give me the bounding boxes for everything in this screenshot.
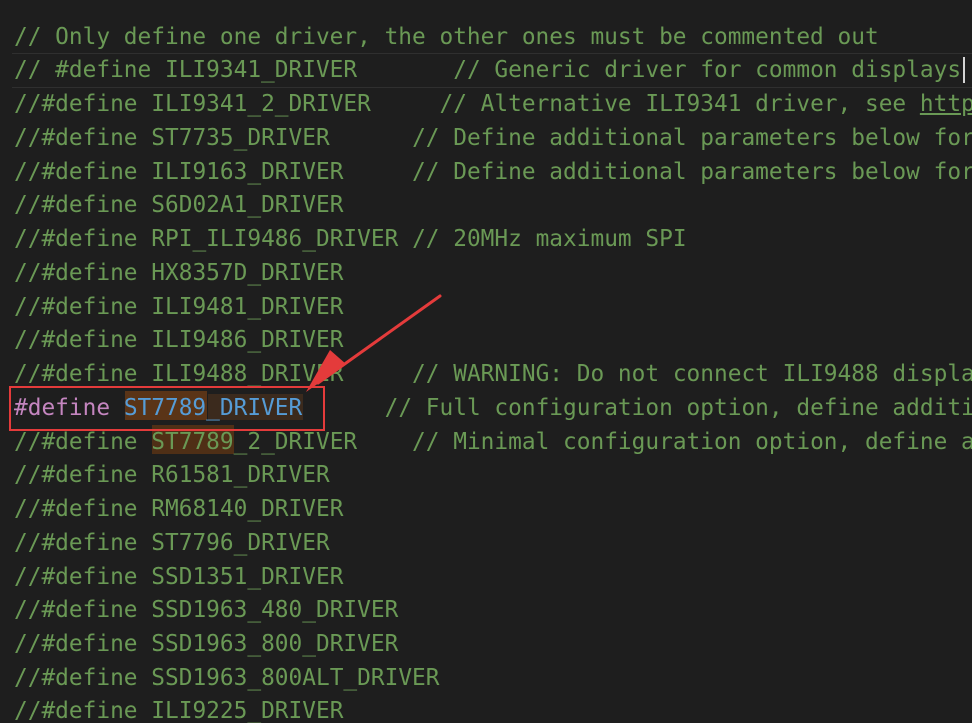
code-editor[interactable]: // Only define one driver, the other one… <box>0 0 972 723</box>
annotation-arrow-icon <box>306 294 442 392</box>
